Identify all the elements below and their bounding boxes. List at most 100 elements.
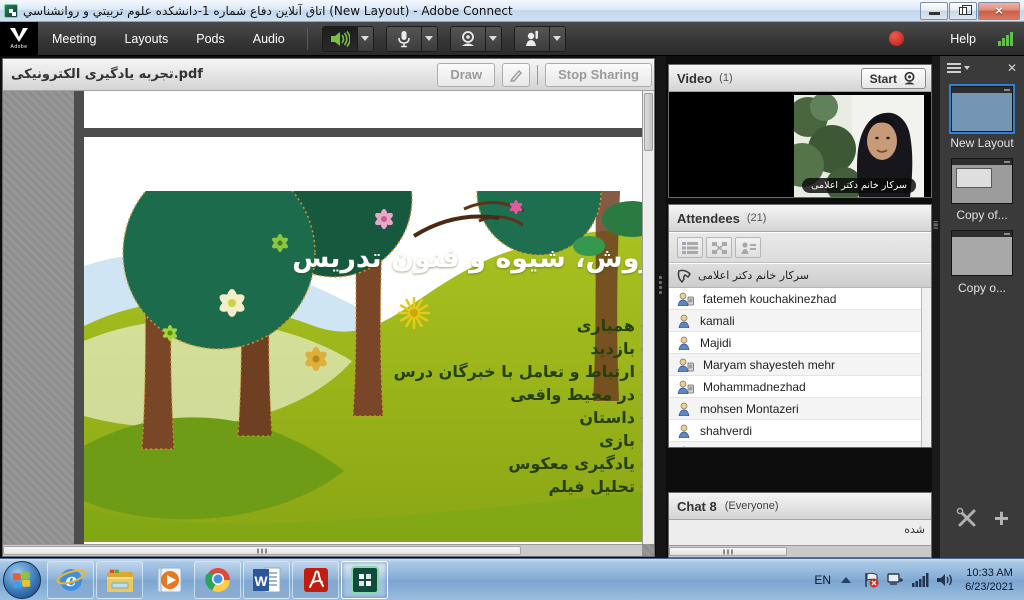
menu-layouts[interactable]: Layouts xyxy=(110,22,182,56)
horizontal-scrollbar[interactable] xyxy=(3,544,642,556)
person-mobile-icon xyxy=(677,358,694,372)
vertical-scrollbar[interactable] xyxy=(642,91,654,544)
taskbar-internet-explorer[interactable]: e xyxy=(47,561,94,599)
attendees-scrollbar[interactable] xyxy=(921,288,931,447)
taskbar-file-explorer[interactable] xyxy=(96,561,143,599)
attendee-status-view-button[interactable] xyxy=(735,237,761,258)
action-center-icon[interactable] xyxy=(863,572,879,588)
taskbar-word[interactable]: W xyxy=(243,561,290,599)
layout-thumb-new-layout[interactable] xyxy=(951,86,1013,132)
attendee-row[interactable]: mohsen Montazeri xyxy=(669,398,921,420)
attendee-name: mohsen Montazeri xyxy=(700,402,799,416)
taskbar-clock[interactable]: 10:33 AM 6/23/2021 xyxy=(965,566,1014,594)
attendee-name: kamali xyxy=(700,314,735,328)
slide-bullet: بازدید xyxy=(590,339,635,358)
attendee-name: Majidi xyxy=(700,336,731,350)
layout-label[interactable]: Copy o... xyxy=(940,281,1024,295)
language-indicator[interactable]: EN xyxy=(814,573,831,587)
close-button[interactable]: × xyxy=(978,2,1020,20)
speaker-button[interactable] xyxy=(322,26,358,52)
taskbar-acrobat[interactable] xyxy=(292,561,339,599)
hamburger-icon xyxy=(947,61,961,75)
add-layout-button[interactable]: + xyxy=(994,508,1009,528)
person-mobile-icon xyxy=(677,292,694,306)
attendee-list-view-button[interactable] xyxy=(677,237,703,258)
taskbar-chrome[interactable] xyxy=(194,561,241,599)
chat-horizontal-scrollbar[interactable] xyxy=(669,545,931,557)
internet-explorer-icon: e xyxy=(56,566,86,594)
video-pod-header: Video (1) Start xyxy=(669,65,931,92)
scrollbar-thumb[interactable] xyxy=(3,546,521,555)
layout-thumb-copy-2[interactable] xyxy=(951,230,1013,276)
menu-bar: Adobe Meeting Layouts Pods Audio xyxy=(0,22,1024,56)
pointer-tool-button[interactable] xyxy=(502,63,530,87)
video-stage: سرکار خانم دکتر اعلامی xyxy=(669,92,931,197)
attendees-toolbar xyxy=(669,233,931,263)
attendee-name: سرکار خانم دکتر اعلامی xyxy=(698,269,809,282)
layout-label[interactable]: Copy of... xyxy=(940,208,1024,222)
attendee-row-partial[interactable] xyxy=(669,442,921,448)
menu-help[interactable]: Help xyxy=(950,22,976,56)
chrome-icon xyxy=(204,566,232,594)
share-pod-header: تجربه یادگیری الکترونیکی.pdf Draw Stop S… xyxy=(3,59,654,91)
show-hidden-icons-button[interactable] xyxy=(841,577,851,583)
menu-pods[interactable]: Pods xyxy=(182,22,239,56)
slide-bullet: بازی xyxy=(599,431,635,450)
speaker-dropdown[interactable] xyxy=(358,26,374,52)
slide-bullet: داستان xyxy=(579,408,635,427)
person-icon xyxy=(677,402,691,416)
connection-strength-icon[interactable] xyxy=(998,32,1014,46)
stop-sharing-button[interactable]: Stop Sharing xyxy=(545,63,652,87)
signal-strength-icon[interactable] xyxy=(912,573,929,587)
manage-layouts-button[interactable] xyxy=(955,506,979,530)
raise-hand-button[interactable] xyxy=(514,26,550,52)
scrollbar-thumb[interactable] xyxy=(644,93,653,151)
start-button[interactable] xyxy=(3,561,41,599)
breakout-view-icon xyxy=(712,242,727,254)
attendee-row[interactable]: shahverdi xyxy=(669,420,921,442)
close-sidebar-button[interactable]: ✕ xyxy=(1007,61,1017,75)
slide-bullet-list: همیاری بازدید ارتباط و تعامل با خبرگان د… xyxy=(394,314,646,498)
status-dropdown[interactable] xyxy=(550,26,566,52)
pod-splitter[interactable] xyxy=(656,56,666,558)
breakout-view-button[interactable] xyxy=(706,237,732,258)
scrollbar-thumb[interactable] xyxy=(669,547,787,556)
volume-icon[interactable] xyxy=(937,573,953,587)
menu-audio[interactable]: Audio xyxy=(239,22,299,56)
document-page: روش، شیوه و فنون تدریس همیاری بازدید ارت… xyxy=(84,91,646,544)
adobe-a-icon xyxy=(10,28,28,42)
video-name-overlay: سرکار خانم دکتر اعلامی xyxy=(802,178,916,193)
network-icon[interactable] xyxy=(887,572,904,588)
attendee-row[interactable]: Mohammadnezhad xyxy=(669,376,921,398)
layout-label[interactable]: New Layout xyxy=(940,136,1024,150)
sidebar-splitter[interactable]: ≡≡ xyxy=(932,56,940,558)
menu-meeting[interactable]: Meeting xyxy=(38,22,110,56)
microphone-dropdown[interactable] xyxy=(422,26,438,52)
taskbar-media-player[interactable] xyxy=(145,561,192,599)
video-pod-title: Video xyxy=(677,71,712,86)
webcam-feed[interactable]: سرکار خانم دکتر اعلامی xyxy=(794,95,924,198)
taskbar-adobe-connect[interactable] xyxy=(341,561,388,599)
layouts-menu-button[interactable] xyxy=(947,61,970,75)
microphone-button[interactable] xyxy=(386,26,422,52)
restore-button[interactable] xyxy=(949,2,977,20)
meeting-workspace: تجربه یادگیری الکترونیکی.pdf Draw Stop S… xyxy=(0,56,1024,558)
attendee-row[interactable]: Majidi xyxy=(669,332,921,354)
slide-bullet: ارتباط و تعامل با خبرگان درس xyxy=(394,362,635,381)
attendee-name: Mohammadnezhad xyxy=(703,380,806,394)
attendee-row[interactable]: Maryam shayesteh mehr xyxy=(669,354,921,376)
attendee-row-host[interactable]: سرکار خانم دکتر اعلامی xyxy=(669,264,931,288)
restore-icon xyxy=(959,7,967,15)
webcam-dropdown[interactable] xyxy=(486,26,502,52)
chat-message-area[interactable]: شده xyxy=(669,520,931,545)
attendee-row[interactable]: kamali xyxy=(669,310,921,332)
start-webcam-button[interactable]: Start xyxy=(861,68,926,89)
webcam-button[interactable] xyxy=(450,26,486,52)
attendee-row[interactable]: fatemeh kouchakinezhad xyxy=(669,288,921,310)
layout-thumb-copy-1[interactable] xyxy=(951,158,1013,204)
webcam-split-button xyxy=(450,26,502,52)
draw-button[interactable]: Draw xyxy=(437,63,495,87)
minimize-button[interactable] xyxy=(920,2,948,20)
attendees-count: (21) xyxy=(747,212,767,224)
attendee-name: Maryam shayesteh mehr xyxy=(703,358,835,372)
